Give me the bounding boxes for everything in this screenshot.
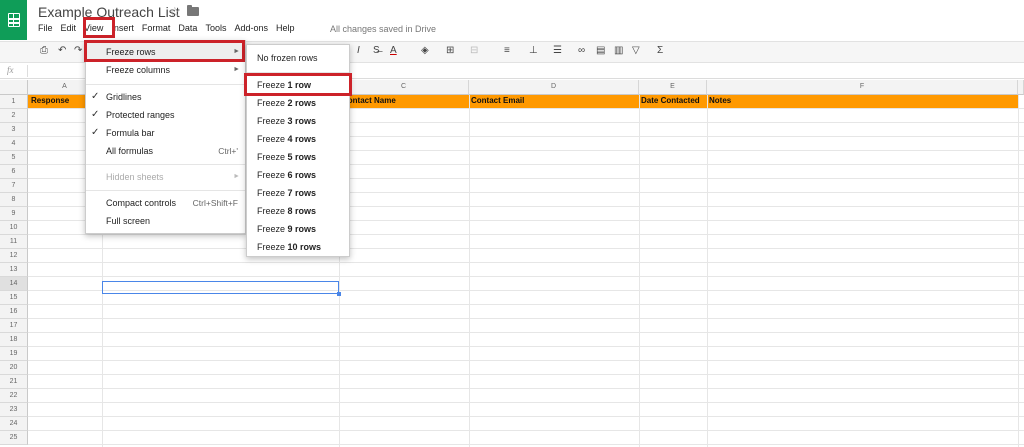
print-icon[interactable]: ⎙ <box>40 45 48 56</box>
row-header-21[interactable]: 21 <box>0 375 28 389</box>
header-cell-date-contacted[interactable]: Date Contacted <box>641 96 700 105</box>
link-icon[interactable]: ∞ <box>578 45 585 56</box>
row-header-16[interactable]: 16 <box>0 305 28 319</box>
comment-icon[interactable]: ▤ <box>596 45 605 56</box>
column-header-f[interactable]: F <box>707 80 1018 95</box>
freeze-option-7[interactable]: Freeze 7 rows <box>247 184 349 202</box>
freeze-option-8[interactable]: Freeze 8 rows <box>247 202 349 220</box>
strikethrough-icon[interactable]: S̶ <box>373 45 380 56</box>
freeze-option-none[interactable]: No frozen rows <box>247 49 349 67</box>
check-icon: ✓ <box>91 91 100 102</box>
freeze-option-4[interactable]: Freeze 4 rows <box>247 130 349 148</box>
row-header-13[interactable]: 13 <box>0 263 28 277</box>
row-header-14[interactable]: 14 <box>0 277 28 291</box>
vertical-align-icon[interactable]: ⊥ <box>529 45 538 56</box>
row-header-9[interactable]: 9 <box>0 207 28 221</box>
freeze-1-row-highlight <box>244 73 352 96</box>
menu-data[interactable]: Data <box>178 23 197 33</box>
filter-icon[interactable]: ▽ <box>632 45 640 56</box>
menu-item-freeze-columns[interactable]: Freeze columns ► <box>86 61 245 79</box>
menu-item-protected-ranges[interactable]: ✓ Protected ranges <box>86 106 245 124</box>
menu-item-compact-controls[interactable]: Compact controls Ctrl+Shift+F <box>86 194 245 212</box>
menu-tools[interactable]: Tools <box>205 23 226 33</box>
row-header-2[interactable]: 2 <box>0 109 28 123</box>
row-header-11[interactable]: 11 <box>0 235 28 249</box>
menu-edit[interactable]: Edit <box>61 23 77 33</box>
row-header-18[interactable]: 18 <box>0 333 28 347</box>
chart-icon[interactable]: ▥ <box>614 45 623 56</box>
selected-cell[interactable] <box>102 281 341 296</box>
row-header-7[interactable]: 7 <box>0 179 28 193</box>
redo-icon[interactable]: ↷ <box>74 45 82 56</box>
row-header-12[interactable]: 12 <box>0 249 28 263</box>
freeze-option-6[interactable]: Freeze 6 rows <box>247 166 349 184</box>
functions-icon[interactable]: Σ <box>657 45 663 56</box>
freeze-option-9[interactable]: Freeze 9 rows <box>247 220 349 238</box>
row-header-22[interactable]: 22 <box>0 389 28 403</box>
menu-item-formula-bar[interactable]: ✓ Formula bar <box>86 124 245 142</box>
font-color-icon[interactable]: A <box>390 45 397 56</box>
column-header-d[interactable]: D <box>469 80 639 95</box>
row-header-6[interactable]: 6 <box>0 165 28 179</box>
check-icon: ✓ <box>91 127 100 138</box>
menu-format[interactable]: Format <box>142 23 171 33</box>
italic-icon[interactable]: I <box>357 45 360 56</box>
row-header-24[interactable]: 24 <box>0 417 28 431</box>
menu-addons[interactable]: Add-ons <box>234 23 268 33</box>
view-menu: Freeze rows ► Freeze columns ► ✓ Gridlines … <box>85 40 246 234</box>
row-header-3[interactable]: 3 <box>0 123 28 137</box>
row-header-10[interactable]: 10 <box>0 221 28 235</box>
freeze-option-2[interactable]: Freeze 2 rows <box>247 94 349 112</box>
menu-item-full-screen[interactable]: Full screen <box>86 212 245 230</box>
row-header-20[interactable]: 20 <box>0 361 28 375</box>
fx-icon: fx <box>7 65 14 75</box>
freeze-rows-highlight <box>84 40 245 62</box>
fill-color-icon[interactable]: ◈ <box>421 45 429 56</box>
borders-icon[interactable]: ⊞ <box>446 45 454 56</box>
star-icon[interactable]: ☆ <box>169 4 181 20</box>
header-cell-contact-email[interactable]: Contact Email <box>471 96 524 105</box>
merge-cells-icon[interactable]: ⊟ <box>470 45 478 56</box>
row-header-1[interactable]: 1 <box>0 95 28 109</box>
header-cell-response[interactable]: Response <box>31 96 69 105</box>
view-menu-highlight <box>83 17 115 38</box>
menu-item-all-formulas[interactable]: All formulas Ctrl+' <box>86 142 245 160</box>
column-header-e[interactable]: E <box>639 80 707 95</box>
menu-file[interactable]: File <box>38 23 53 33</box>
menu-item-hidden-sheets: Hidden sheets ► <box>106 172 240 182</box>
freeze-option-5[interactable]: Freeze 5 rows <box>247 148 349 166</box>
row-header-23[interactable]: 23 <box>0 403 28 417</box>
folder-icon[interactable] <box>187 5 199 16</box>
row-header-5[interactable]: 5 <box>0 151 28 165</box>
row-header-15[interactable]: 15 <box>0 291 28 305</box>
sheets-logo-icon[interactable] <box>0 0 27 40</box>
text-wrap-icon[interactable]: ☰ <box>553 45 562 56</box>
select-all-corner[interactable] <box>0 80 28 95</box>
freeze-option-3[interactable]: Freeze 3 rows <box>247 112 349 130</box>
check-icon: ✓ <box>91 109 100 120</box>
row-header-19[interactable]: 19 <box>0 347 28 361</box>
save-status: All changes saved in Drive <box>330 24 437 34</box>
align-left-icon[interactable]: ≡ <box>504 45 510 56</box>
row-header-17[interactable]: 17 <box>0 319 28 333</box>
row-header-8[interactable]: 8 <box>0 193 28 207</box>
menu-help[interactable]: Help <box>276 23 295 33</box>
menu-bar: File Edit View Insert Format Data Tools … <box>38 23 303 33</box>
menu-item-gridlines[interactable]: ✓ Gridlines <box>86 88 245 106</box>
undo-icon[interactable]: ↶ <box>58 45 66 56</box>
row-header-4[interactable]: 4 <box>0 137 28 151</box>
column-header-c[interactable]: C <box>339 80 469 95</box>
freeze-option-10[interactable]: Freeze 10 rows <box>247 238 349 256</box>
header-cell-notes[interactable]: Notes <box>709 96 731 105</box>
header-cell-contact-name[interactable]: Contact Name <box>342 96 396 105</box>
row-header-25[interactable]: 25 <box>0 431 28 445</box>
